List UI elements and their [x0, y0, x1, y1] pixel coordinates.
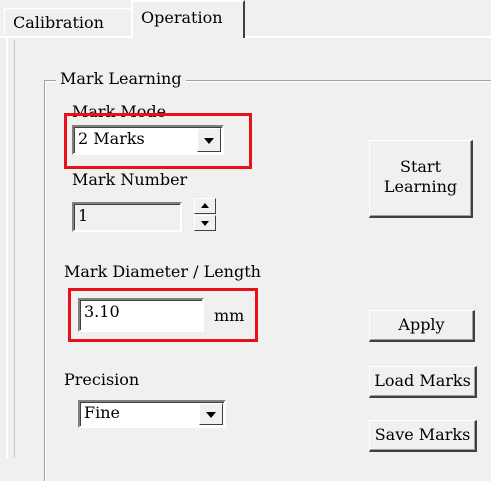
spin-down-button[interactable]: [194, 215, 216, 231]
precision-label: Precision: [64, 370, 140, 389]
mark-diameter-highlight: [68, 288, 258, 342]
inner-panel-border: [14, 40, 15, 458]
spin-up-button[interactable]: [194, 198, 216, 214]
mark-number-spinner[interactable]: [194, 198, 216, 232]
save-marks-button-label: Save Marks: [374, 425, 471, 444]
mark-mode-highlight: [64, 113, 252, 169]
apply-button-label: Apply: [398, 315, 445, 334]
tab-panel-border: [0, 36, 491, 38]
precision-value: Fine: [84, 403, 120, 422]
tab-panel-left-border: [6, 38, 8, 458]
chevron-down-icon: [206, 412, 216, 418]
precision-select[interactable]: Fine: [78, 400, 226, 428]
tab-operation[interactable]: Operation: [131, 0, 245, 38]
mark-number-value: 1: [78, 206, 89, 225]
mark-number-label: Mark Number: [72, 170, 188, 189]
start-learning-label-line1: Start: [399, 157, 441, 176]
mark-diameter-label: Mark Diameter / Length: [64, 262, 261, 281]
arrow-up-icon: [201, 203, 209, 208]
mark-number-field[interactable]: 1: [72, 202, 182, 232]
start-learning-button[interactable]: Start Learning: [369, 140, 473, 218]
start-learning-label-line2: Learning: [383, 177, 458, 196]
tab-calibration[interactable]: Calibration: [4, 8, 135, 36]
load-marks-button-label: Load Marks: [374, 371, 471, 390]
tab-operation-label: Operation: [141, 8, 223, 27]
tab-calibration-label: Calibration: [13, 13, 104, 32]
arrow-down-icon: [201, 221, 209, 226]
save-marks-button[interactable]: Save Marks: [369, 420, 477, 452]
load-marks-button[interactable]: Load Marks: [369, 366, 477, 398]
precision-dropdown-button[interactable]: [199, 403, 223, 425]
mark-learning-group-title: Mark Learning: [56, 68, 186, 90]
apply-button[interactable]: Apply: [369, 310, 475, 342]
